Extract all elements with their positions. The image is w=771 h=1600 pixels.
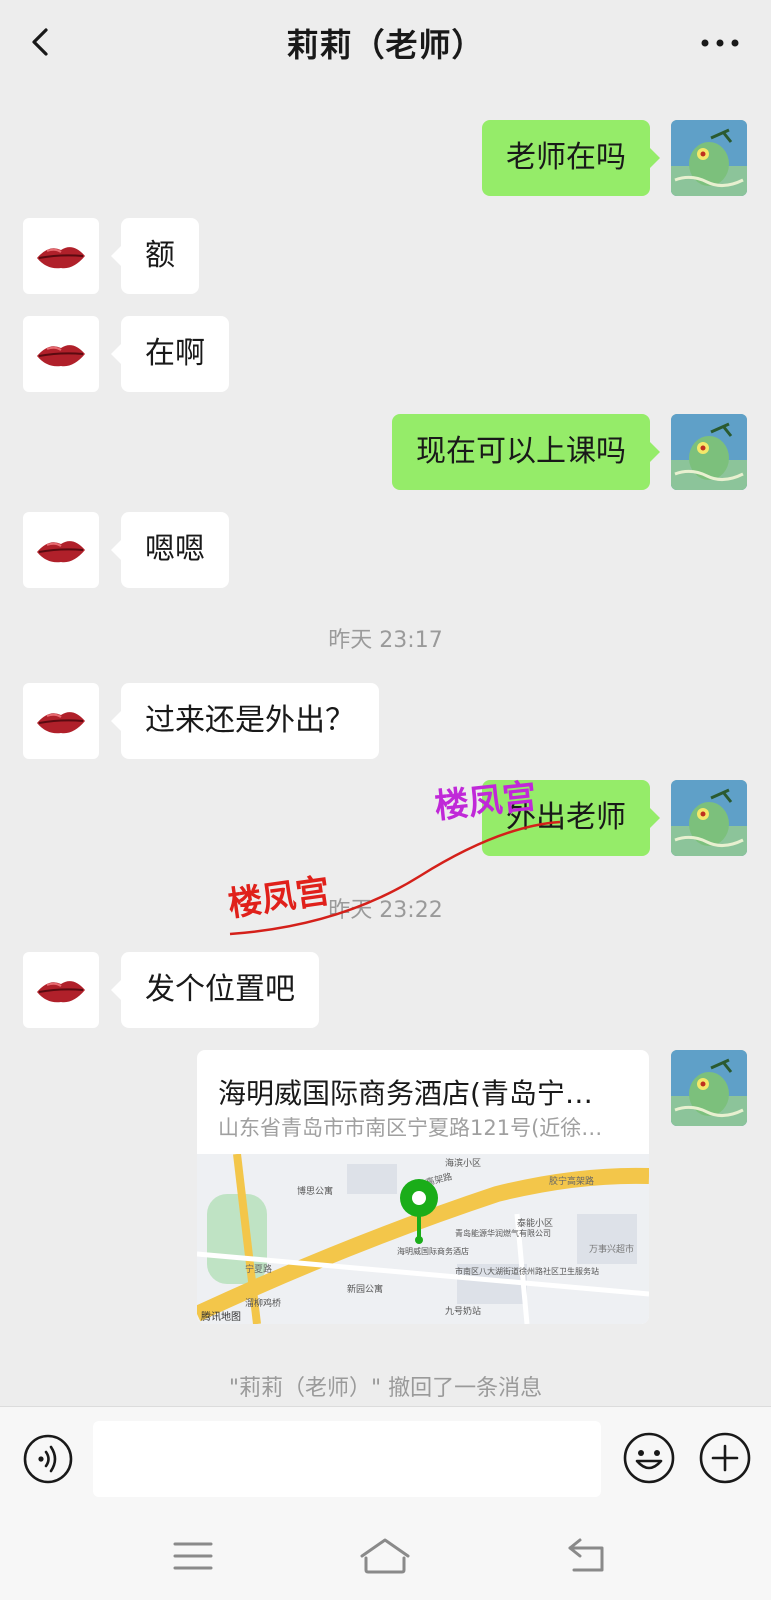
voice-input-icon[interactable]	[22, 1433, 74, 1485]
my-message-bubble[interactable]: 老师在吗	[482, 120, 660, 196]
contact-message-bubble[interactable]: 嗯嗯	[111, 512, 229, 588]
my-message-bubble[interactable]: 外出老师	[482, 780, 660, 856]
chat-title: 莉莉（老师）	[286, 26, 485, 64]
emoji-icon[interactable]	[622, 1431, 676, 1485]
add-more-icon[interactable]	[698, 1431, 752, 1485]
message-input[interactable]	[93, 1421, 601, 1497]
my-message-bubble[interactable]: 现在可以上课吗	[392, 414, 660, 490]
map-label: 九号奶站	[445, 1305, 481, 1317]
map-label: 溜柳鸡桥	[245, 1297, 281, 1309]
my-avatar[interactable]	[671, 1050, 747, 1126]
input-bar	[0, 1406, 771, 1514]
contact-avatar[interactable]	[23, 512, 99, 588]
menu-icon[interactable]	[171, 1536, 215, 1576]
contact-avatar[interactable]	[23, 218, 99, 294]
map-label: 宁夏路	[245, 1263, 272, 1275]
contact-message-bubble[interactable]: 过来还是外出？	[111, 683, 379, 759]
contact-message-bubble[interactable]: 额	[111, 218, 199, 294]
map-label: 万事兴超市	[589, 1243, 634, 1255]
contact-message-bubble[interactable]: 在啊	[111, 316, 229, 392]
map-label: 青岛能源华润燃气有限公司	[455, 1228, 551, 1238]
my-avatar[interactable]	[671, 120, 747, 196]
location-card[interactable]: 海明威国际商务酒店(青岛宁… 山东省青岛市市南区宁夏路121号(近徐… 海滨小区…	[197, 1050, 649, 1324]
contact-avatar[interactable]	[23, 683, 99, 759]
more-options-icon[interactable]	[695, 24, 745, 62]
contact-avatar[interactable]	[23, 952, 99, 1028]
location-name: 海明威国际商务酒店(青岛宁…	[218, 1077, 593, 1110]
map-label: 新园公寓	[347, 1283, 383, 1295]
map-label: 胶宁高架路	[549, 1175, 594, 1187]
home-icon[interactable]	[358, 1536, 412, 1576]
contact-avatar[interactable]	[23, 316, 99, 392]
message-list: 老师在吗 额 在啊 现在可以上课吗 嗯嗯 昨天 23:17 过来还是外出？ 外出…	[0, 86, 771, 1406]
map-label: 泰能小区	[517, 1217, 553, 1229]
map-label: 海滨小区	[445, 1157, 481, 1169]
my-avatar[interactable]	[671, 414, 747, 490]
map-attribution: 腾讯地图	[201, 1310, 241, 1323]
contact-message-bubble[interactable]: 发个位置吧	[111, 952, 319, 1028]
map-preview: 海滨小区 博思公寓 胶宁高架路 胶宁高架路 泰能小区 青岛能源华润燃气有限公司 …	[197, 1154, 649, 1324]
map-label: 博思公寓	[297, 1185, 333, 1197]
message-timestamp: 昨天 23:17	[328, 628, 443, 653]
recall-notice: "莉莉（老师）" 撤回了一条消息	[228, 1376, 543, 1401]
chat-header: 莉莉（老师）	[0, 0, 771, 86]
system-nav-bar	[0, 1514, 771, 1600]
back-arrow-icon[interactable]	[22, 22, 62, 62]
my-avatar[interactable]	[671, 780, 747, 856]
map-label: 市南区八大湖街道徐州路社区卫生服务站	[455, 1266, 599, 1276]
message-timestamp: 昨天 23:22	[328, 898, 443, 923]
map-label: 海明威国际商务酒店	[397, 1246, 469, 1256]
location-address: 山东省青岛市市南区宁夏路121号(近徐…	[218, 1116, 603, 1140]
back-nav-icon[interactable]	[566, 1536, 610, 1576]
